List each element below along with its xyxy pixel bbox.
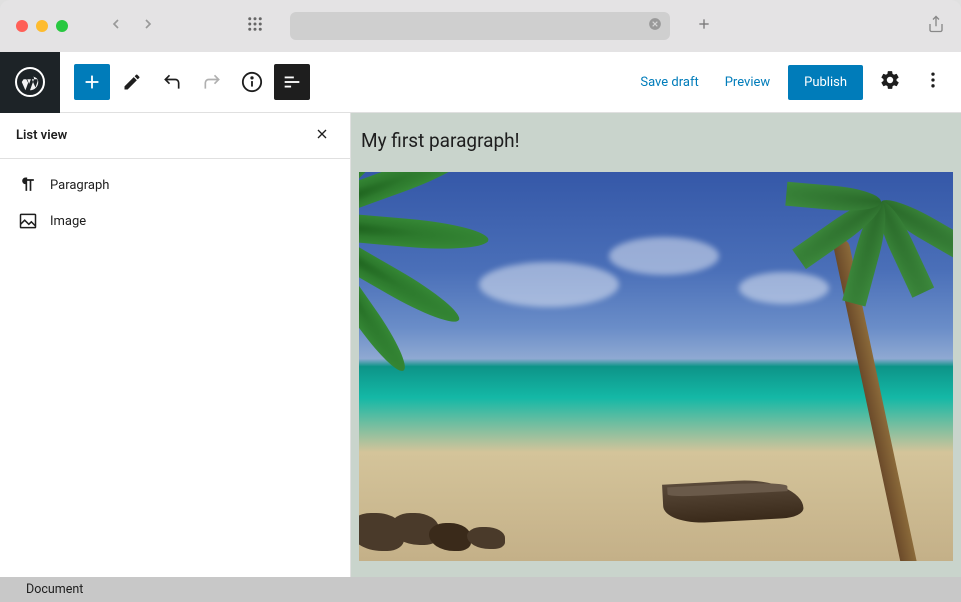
breadcrumb[interactable]: Document (26, 582, 83, 597)
list-view-items: Paragraph Image (0, 159, 350, 247)
forward-button[interactable] (140, 16, 156, 36)
editor-body: List view Paragraph Image My first parag… (0, 113, 961, 577)
list-view-title: List view (16, 128, 67, 143)
publish-button[interactable]: Publish (788, 65, 863, 100)
decorative-rocks (359, 481, 549, 551)
editor-tools-left (60, 64, 324, 100)
list-view-toggle-button[interactable] (274, 64, 310, 100)
image-icon (18, 211, 38, 231)
decorative-palm-left (359, 172, 509, 352)
list-item-label: Image (50, 214, 86, 229)
preview-button[interactable]: Preview (717, 67, 778, 98)
breadcrumb-bar: Document (0, 577, 961, 602)
editor-tools-right: Save draft Preview Publish (632, 63, 961, 101)
maximize-window-button[interactable] (56, 20, 68, 32)
save-draft-button[interactable]: Save draft (632, 67, 706, 98)
apps-grid-icon[interactable] (246, 15, 264, 37)
url-bar[interactable] (290, 12, 670, 40)
clear-url-icon[interactable] (648, 17, 662, 35)
list-item-label: Paragraph (50, 178, 109, 193)
traffic-lights (16, 20, 68, 32)
decorative-cloud (609, 237, 719, 275)
new-tab-button[interactable] (696, 16, 712, 37)
share-icon[interactable] (927, 15, 945, 37)
info-button[interactable] (234, 64, 270, 100)
paragraph-block[interactable]: My first paragraph! (351, 113, 961, 172)
settings-button[interactable] (873, 63, 907, 101)
macos-titlebar (0, 0, 961, 52)
list-view-panel: List view Paragraph Image (0, 113, 351, 577)
wordpress-logo-icon (15, 67, 45, 97)
more-options-button[interactable] (917, 64, 949, 100)
list-view-header: List view (0, 113, 350, 159)
undo-button[interactable] (154, 64, 190, 100)
wordpress-logo[interactable] (0, 52, 60, 113)
paragraph-icon (18, 175, 38, 195)
editor-toolbar: Save draft Preview Publish (0, 52, 961, 113)
browser-nav (108, 16, 156, 36)
list-item-paragraph[interactable]: Paragraph (8, 167, 342, 203)
decorative-boat (662, 477, 804, 524)
decorative-cloud (739, 272, 829, 304)
edit-tool-button[interactable] (114, 64, 150, 100)
close-list-view-button[interactable] (310, 122, 334, 150)
redo-button[interactable] (194, 64, 230, 100)
close-window-button[interactable] (16, 20, 28, 32)
add-block-button[interactable] (74, 64, 110, 100)
back-button[interactable] (108, 16, 124, 36)
editor-canvas[interactable]: My first paragraph! (351, 113, 961, 577)
minimize-window-button[interactable] (36, 20, 48, 32)
image-block[interactable] (359, 172, 953, 561)
list-item-image[interactable]: Image (8, 203, 342, 239)
